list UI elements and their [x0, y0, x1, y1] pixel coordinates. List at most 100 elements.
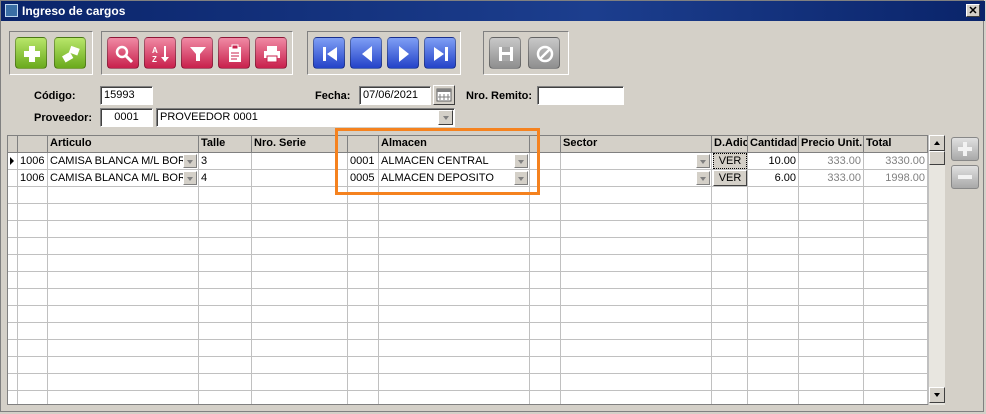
- remove-row-button[interactable]: [951, 165, 979, 189]
- empty-cell[interactable]: [48, 289, 199, 305]
- empty-cell[interactable]: [379, 204, 530, 220]
- save-button[interactable]: [489, 37, 521, 69]
- header-articulo[interactable]: Articulo: [48, 136, 199, 152]
- cancel-button[interactable]: [528, 37, 560, 69]
- empty-cell[interactable]: [530, 323, 561, 339]
- empty-cell[interactable]: [561, 204, 712, 220]
- empty-cell[interactable]: [561, 221, 712, 237]
- empty-cell[interactable]: [561, 357, 712, 373]
- scroll-up-button[interactable]: [929, 135, 945, 151]
- codigo-field[interactable]: 15993: [100, 86, 153, 105]
- empty-cell[interactable]: [348, 187, 379, 203]
- cell-code[interactable]: 1006: [18, 153, 48, 169]
- empty-cell[interactable]: [18, 238, 48, 254]
- empty-cell[interactable]: [712, 306, 748, 322]
- empty-cell[interactable]: [199, 306, 252, 322]
- empty-cell[interactable]: [712, 289, 748, 305]
- empty-cell[interactable]: [712, 255, 748, 271]
- empty-cell[interactable]: [48, 255, 199, 271]
- empty-cell[interactable]: [530, 289, 561, 305]
- empty-table-row[interactable]: [8, 306, 928, 323]
- empty-cell[interactable]: [799, 374, 864, 390]
- empty-cell[interactable]: [199, 374, 252, 390]
- empty-cell[interactable]: [561, 272, 712, 288]
- empty-cell[interactable]: [561, 289, 712, 305]
- cell-articulo[interactable]: CAMISA BLANCA M/L BORI: [48, 153, 199, 169]
- empty-table-row[interactable]: [8, 289, 928, 306]
- first-record-button[interactable]: [313, 37, 345, 69]
- empty-cell[interactable]: [348, 204, 379, 220]
- empty-cell[interactable]: [18, 323, 48, 339]
- empty-cell[interactable]: [561, 323, 712, 339]
- empty-cell[interactable]: [18, 289, 48, 305]
- empty-cell[interactable]: [48, 357, 199, 373]
- cell-almacen[interactable]: ALMACEN CENTRAL: [379, 153, 530, 169]
- empty-cell[interactable]: [8, 221, 18, 237]
- empty-cell[interactable]: [712, 391, 748, 404]
- empty-cell[interactable]: [18, 187, 48, 203]
- empty-cell[interactable]: [712, 357, 748, 373]
- empty-cell[interactable]: [799, 323, 864, 339]
- empty-cell[interactable]: [348, 238, 379, 254]
- empty-cell[interactable]: [561, 187, 712, 203]
- cell-sector[interactable]: [561, 153, 712, 169]
- add-button[interactable]: [15, 37, 47, 69]
- edit-items-button[interactable]: [54, 37, 86, 69]
- empty-cell[interactable]: [379, 323, 530, 339]
- empty-table-row[interactable]: [8, 272, 928, 289]
- empty-cell[interactable]: [18, 306, 48, 322]
- empty-cell[interactable]: [530, 340, 561, 356]
- empty-cell[interactable]: [799, 238, 864, 254]
- empty-cell[interactable]: [864, 238, 928, 254]
- empty-cell[interactable]: [561, 238, 712, 254]
- empty-cell[interactable]: [379, 340, 530, 356]
- empty-cell[interactable]: [348, 272, 379, 288]
- empty-cell[interactable]: [799, 340, 864, 356]
- empty-cell[interactable]: [379, 289, 530, 305]
- cell-talle[interactable]: 3: [199, 153, 252, 169]
- header-cantidad[interactable]: Cantidad: [748, 136, 799, 152]
- empty-cell[interactable]: [712, 221, 748, 237]
- empty-cell[interactable]: [864, 255, 928, 271]
- add-row-button[interactable]: [951, 137, 979, 161]
- empty-cell[interactable]: [8, 391, 18, 404]
- cell-sector-code[interactable]: [530, 170, 561, 186]
- chevron-down-icon[interactable]: [438, 110, 453, 125]
- empty-cell[interactable]: [48, 238, 199, 254]
- empty-cell[interactable]: [199, 272, 252, 288]
- chevron-down-icon[interactable]: [183, 171, 197, 185]
- empty-cell[interactable]: [799, 272, 864, 288]
- empty-cell[interactable]: [348, 340, 379, 356]
- empty-cell[interactable]: [348, 357, 379, 373]
- empty-cell[interactable]: [348, 221, 379, 237]
- empty-cell[interactable]: [864, 272, 928, 288]
- empty-cell[interactable]: [8, 204, 18, 220]
- scroll-thumb[interactable]: [929, 151, 945, 165]
- empty-cell[interactable]: [748, 323, 799, 339]
- cell-cantidad[interactable]: 6.00: [748, 170, 799, 186]
- empty-cell[interactable]: [8, 357, 18, 373]
- empty-cell[interactable]: [864, 289, 928, 305]
- empty-cell[interactable]: [864, 221, 928, 237]
- previous-record-button[interactable]: [350, 37, 382, 69]
- empty-cell[interactable]: [48, 187, 199, 203]
- empty-table-row[interactable]: [8, 323, 928, 340]
- empty-cell[interactable]: [864, 391, 928, 404]
- empty-cell[interactable]: [18, 374, 48, 390]
- remito-field[interactable]: [537, 86, 624, 105]
- cell-talle[interactable]: 4: [199, 170, 252, 186]
- empty-cell[interactable]: [712, 187, 748, 203]
- empty-cell[interactable]: [712, 204, 748, 220]
- header-talle[interactable]: Talle: [199, 136, 252, 152]
- empty-cell[interactable]: [199, 340, 252, 356]
- empty-cell[interactable]: [799, 187, 864, 203]
- empty-cell[interactable]: [748, 306, 799, 322]
- chevron-down-icon[interactable]: [696, 171, 710, 185]
- empty-cell[interactable]: [864, 306, 928, 322]
- empty-cell[interactable]: [252, 306, 348, 322]
- cell-serie[interactable]: [252, 153, 348, 169]
- cell-sector[interactable]: [561, 170, 712, 186]
- empty-cell[interactable]: [712, 340, 748, 356]
- empty-cell[interactable]: [799, 306, 864, 322]
- empty-cell[interactable]: [530, 357, 561, 373]
